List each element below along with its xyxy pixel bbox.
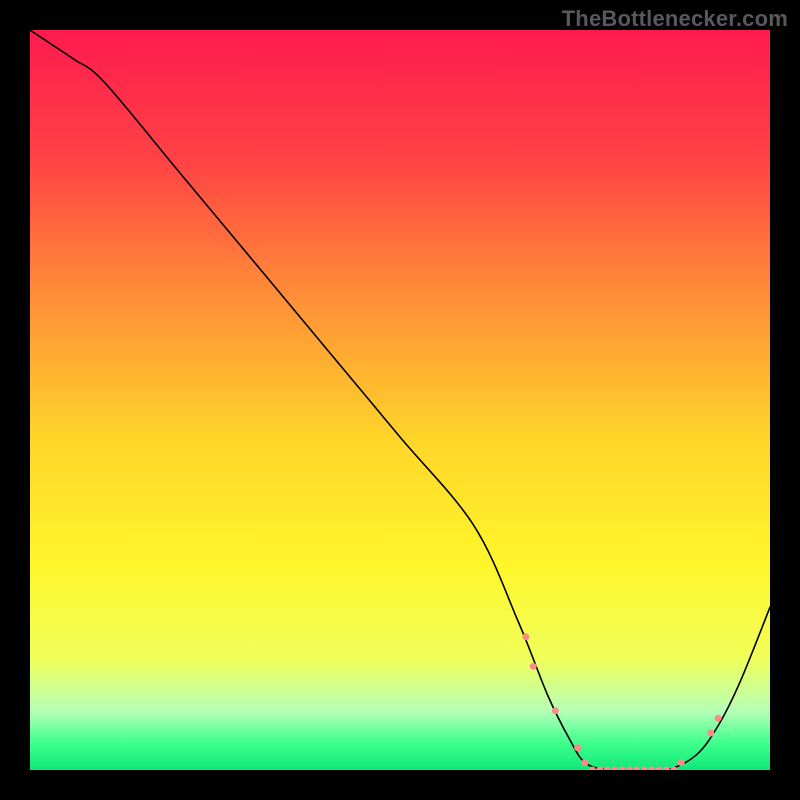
chart-stage: TheBottlenecker.com	[0, 0, 800, 800]
gradient-background	[30, 30, 770, 770]
plot-area	[30, 30, 770, 770]
attribution-text: TheBottlenecker.com	[562, 6, 788, 32]
